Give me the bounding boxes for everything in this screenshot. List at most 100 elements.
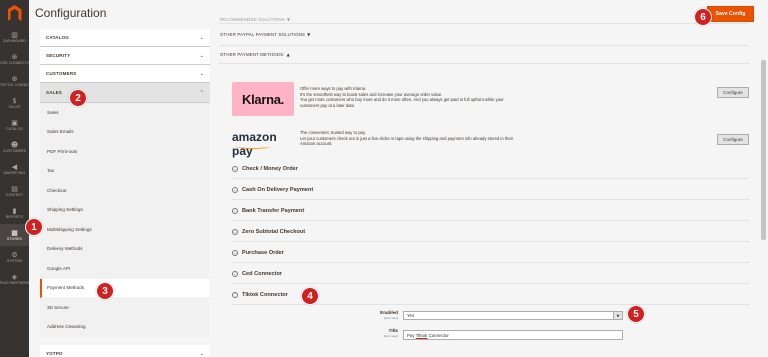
magento-logo-icon (7, 5, 22, 21)
config-tabs: CATALOG ⌄ SECURITY ⌄ CUSTOMERS ⌄ SALES ⌃ Sal… (40, 29, 210, 357)
nav-item-marketing[interactable]: ◀ MARKETING (0, 158, 29, 180)
group-recommended-solutions[interactable]: RECOMMENDED SOLUTIONS ▼ (219, 16, 749, 24)
amazon-configure-button[interactable]: Configure (717, 134, 749, 145)
nav-item-label: CATALOG (6, 127, 23, 131)
section-zero-subtotal-checkout[interactable]: ⌄ Zero Subtotal Checkout (232, 222, 749, 242)
page-scrollbar[interactable] (761, 60, 766, 240)
section-title: Zero Subtotal Checkout (242, 228, 306, 235)
section-title: Tiktok Connector (242, 291, 288, 298)
title-input-word: Tiktok (415, 332, 428, 338)
nav-item-tiktok-connector[interactable]: ⊕TIKTOK CONNECTOR (0, 70, 29, 92)
description-line: Amazon account. (300, 141, 333, 147)
tab-sales-emails[interactable]: Sales Emails (40, 122, 210, 142)
tab-address-cleansing[interactable]: Address Cleansing (40, 317, 210, 337)
section-title: Purchase Order (242, 249, 284, 256)
tab-group-yotpo[interactable]: YOTPO ⌄ (40, 345, 210, 357)
arrow-icon: ▲ (286, 52, 290, 57)
klarna-logo: Klarna. (232, 82, 294, 116)
enabled-select[interactable]: Yes ▼ (403, 311, 623, 320)
tab-group-label: CATALOG (46, 35, 69, 40)
stores-icon: ▦ (11, 229, 18, 237)
nav-item-reports[interactable]: ▮ REPORTS (0, 202, 29, 224)
tab-payment-methods[interactable]: Payment Methods (40, 278, 210, 298)
title-label: Title (388, 328, 398, 333)
nav-item-customers[interactable]: ☻ CUSTOMERS (0, 136, 29, 158)
tab-group-catalog[interactable]: CATALOG ⌄ (40, 29, 210, 47)
nav-item-dashboard[interactable]: ▥ DASHBOARD (0, 26, 29, 48)
step-badge-6: 6 (694, 8, 712, 26)
chevron-down-icon: ⌄ (199, 70, 204, 77)
nav-item-label: FIND PARTNERS & EXTENSIONS (0, 281, 29, 285)
enabled-scope: [store view] (383, 316, 398, 320)
expand-icon: ⌄ (232, 186, 238, 193)
chevron-down-icon: ⌄ (199, 350, 204, 357)
extensions-icon: ◈ (11, 273, 18, 281)
marketing-icon: ◀ (11, 163, 18, 171)
tab-sales[interactable]: Sales (40, 103, 210, 123)
section-check-money-order[interactable]: ⌄ Check / Money Order (232, 159, 749, 179)
group-other-payment-methods[interactable]: OTHER PAYMENT METHODS: ▲ (219, 46, 749, 64)
amazon-description: The convenient, trusted way to pay. Let … (300, 130, 560, 147)
tab-group-label: SECURITY (46, 53, 71, 58)
group-label: OTHER PAYMENT METHODS: (220, 52, 285, 57)
tab-checkout[interactable]: Checkout (40, 181, 210, 201)
catalog-icon: ▣ (11, 119, 18, 127)
amazon-pay-logo: amazon pay (232, 130, 294, 158)
section-purchase-order[interactable]: ⌄ Purchase Order (232, 243, 749, 263)
arrow-icon: ▼ (307, 32, 311, 37)
step-badge-5: 5 (627, 305, 645, 323)
nav-item-label: DASHBOARD (2, 39, 27, 43)
section-title: Ced Connector (242, 270, 283, 277)
step-badge-1: 1 (25, 218, 43, 236)
tab-group-label: CUSTOMERS (46, 71, 77, 76)
tab-group-customers[interactable]: CUSTOMERS ⌄ (40, 65, 210, 83)
config-content: RECOMMENDED SOLUTIONS ▼ OTHER PAYPAL PAYM… (219, 16, 749, 64)
sales-icon: $ (12, 97, 17, 105)
nav-item-system[interactable]: ⚙ SYSTEM (0, 246, 29, 268)
nav-item-content[interactable]: ▤ CONTENT (0, 180, 29, 202)
title-input[interactable]: Pay Tiktok Connector (403, 330, 623, 340)
tab-3d-secure[interactable]: 3D Secure (40, 298, 210, 318)
group-label: RECOMMENDED SOLUTIONS (220, 17, 285, 22)
magento-logo[interactable] (0, 0, 29, 26)
chevron-down-icon: ⌄ (199, 34, 204, 41)
chevron-down-icon: ⌄ (199, 52, 204, 59)
nav-item-label: SYSTEM (7, 259, 22, 263)
klarna-description: Offer more ways to pay with Klarna. It's… (300, 86, 560, 108)
klarna-configure-button[interactable]: Configure (717, 87, 749, 98)
section-title: Cash On Delivery Payment (242, 186, 314, 193)
ced-connector-icon: ⊕ (11, 53, 18, 61)
tiktok-connector-icon: ⊕ (11, 75, 18, 83)
tab-group-security[interactable]: SECURITY ⌄ (40, 47, 210, 65)
group-other-paypal[interactable]: OTHER PAYPAL PAYMENT SOLUTIONS ▼ (219, 24, 749, 46)
amazon-smile-icon (236, 144, 270, 149)
section-title: Check / Money Order (242, 165, 298, 172)
section-bank-transfer-payment[interactable]: ⌄ Bank Transfer Payment (232, 201, 749, 221)
title-scope: [store view] (383, 334, 398, 338)
tab-multishipping-settings[interactable]: Multishipping Settings (40, 220, 210, 240)
section-cash-on-delivery-payment[interactable]: ⌄ Cash On Delivery Payment (232, 180, 749, 200)
nav-item-catalog[interactable]: ▣ CATALOG (0, 114, 29, 136)
tab-tax[interactable]: Tax (40, 161, 210, 181)
customers-icon: ☻ (10, 141, 19, 149)
admin-nav: ▥DASHBOARD⊕CED CONNECTOR⊕TIKTOK CONNECTO… (0, 0, 29, 357)
description-line: customers pay at a later date. (300, 102, 356, 108)
nav-item-label: CUSTOMERS (2, 149, 27, 153)
tab-shipping-settings[interactable]: Shipping Settings (40, 200, 210, 220)
section-ced-connector[interactable]: ⌄ Ced Connector (232, 264, 749, 284)
enabled-label: Enabled (380, 310, 398, 315)
tab-google-api[interactable]: Google API (40, 259, 210, 279)
tab-group-sales[interactable]: SALES ⌃ (40, 83, 210, 103)
nav-item-label: SALES (8, 105, 21, 109)
tab-group-label: YOTPO (46, 351, 63, 356)
nav-item-sales[interactable]: $ SALES (0, 92, 29, 114)
nav-item-find-partners-extensions[interactable]: ◈FIND PARTNERS & EXTENSIONS (0, 268, 29, 290)
tab-pdf-print-outs[interactable]: PDF Print-outs (40, 142, 210, 162)
tab-group-label: SALES (46, 90, 63, 95)
step-badge-4: 4 (301, 287, 319, 305)
title-input-prefix: Pay (407, 332, 416, 338)
tab-delivery-methods[interactable]: Delivery Methods (40, 239, 210, 259)
nav-item-label: REPORTS (5, 215, 24, 219)
nav-item-ced-connector[interactable]: ⊕ CED CONNECTOR (0, 48, 29, 70)
nav-item-label: STORES (7, 237, 22, 241)
